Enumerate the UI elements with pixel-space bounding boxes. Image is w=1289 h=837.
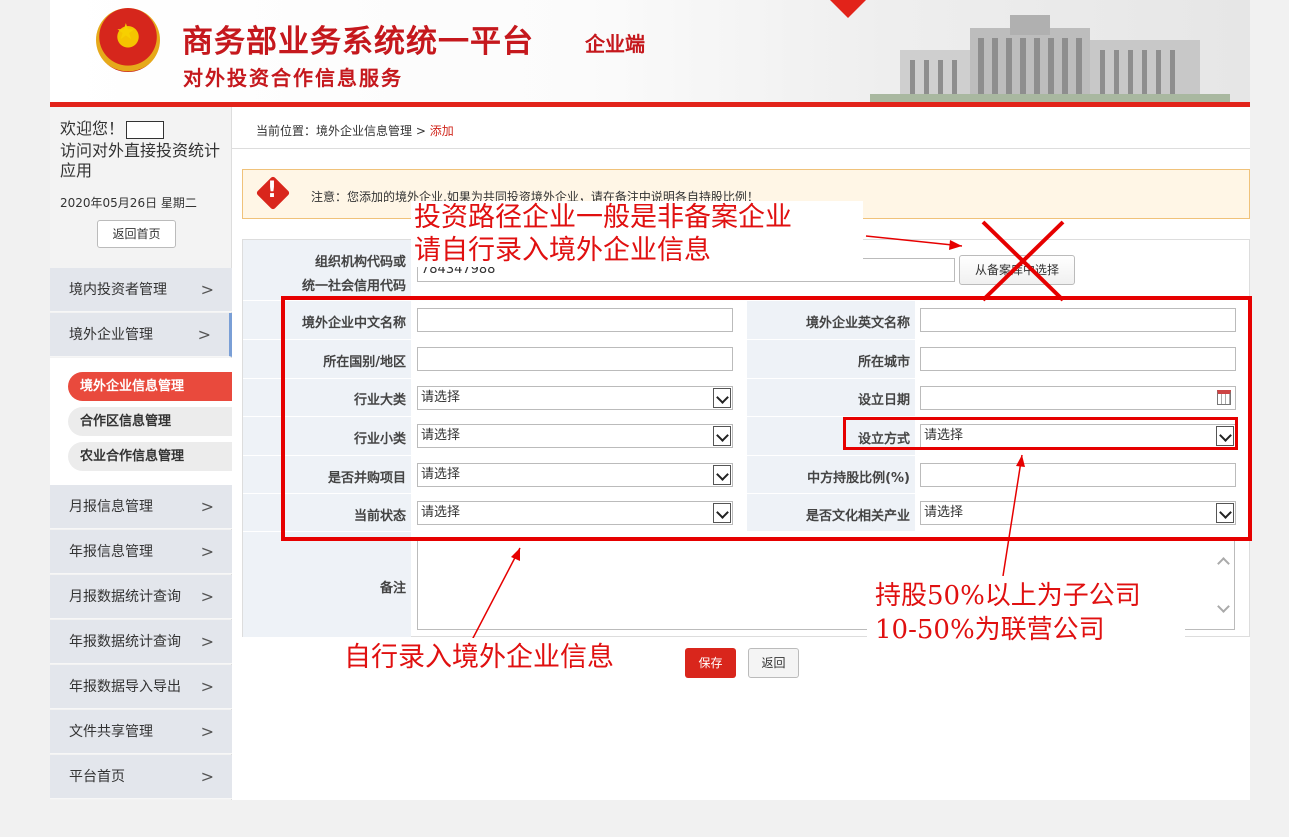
pick-from-registry-button[interactable]: 从备案库中选择 [959,255,1075,285]
sidebar-item-annual-import-export[interactable]: 年报数据导入导出 > [50,665,232,709]
chevron-right-icon: > [200,280,214,299]
annotation-right: 持股50%以上为子公司 10-50%为联营公司 [867,576,1185,650]
sidebar-item-label: 年报数据统计查询 [69,634,181,650]
scroll-down-icon[interactable] [1217,600,1230,613]
sidebar-item-monthly-report[interactable]: 月报信息管理 > [50,485,232,529]
national-emblem-icon: ★ [96,8,160,72]
submenu-item-agri-info[interactable]: 农业合作信息管理 [68,442,232,471]
welcome-label: 欢迎您！ [60,119,125,138]
visit-text: 访问对外直接投资统计应用 [60,141,221,180]
sidebar-item-label: 境外企业管理 [69,327,153,343]
platform-tag: 企业端 [585,32,645,56]
home-button[interactable]: 返回首页 [97,220,176,248]
sidebar-item-label: 年报数据导入导出 [69,679,181,695]
chevron-right-icon: > [200,722,214,741]
breadcrumb-current: 添加 [429,124,454,138]
breadcrumb-divider [232,148,1250,149]
platform-subtitle: 对外投资合作信息服务 [183,66,403,90]
chevron-right-icon: > [200,497,214,516]
chevron-right-icon: > [200,542,214,561]
annotation-bottom-left: 自行录入境外企业信息 [336,638,654,680]
annotation-right-line2: 10-50%为联营公司 [875,615,1105,645]
submenu-item-enterprise-info[interactable]: 境外企业信息管理 [68,372,232,401]
sidebar-item-label: 年报信息管理 [69,544,153,560]
sidebar-item-annual-query[interactable]: 年报数据统计查询 > [50,620,232,664]
annotation-right-line1: 持股50%以上为子公司 [875,581,1141,611]
breadcrumb: 当前位置：境外企业信息管理 > 添加 [256,122,454,139]
submenu: 境外企业信息管理 合作区信息管理 农业合作信息管理 [50,358,232,485]
building-illustration [870,15,1230,102]
sidebar-item-label: 月报信息管理 [69,499,153,515]
sidebar: 欢迎您！ 访问对外直接投资统计应用 2020年05月26日 星期二 返回首页 境… [50,107,232,800]
sidebar-item-domestic-investor[interactable]: 境内投资者管理 > [50,268,232,312]
chevron-right-icon: > [200,587,214,606]
current-date: 2020年05月26日 星期二 [60,196,197,210]
remark-label: 备注 [379,581,406,596]
annotation-top-line2: 请自行录入境外企业信息 [414,235,711,266]
org-code-label-2: 统一社会信用代码 [301,279,406,294]
welcome-text: 欢迎您！ [60,119,220,139]
sidebar-item-label: 平台首页 [69,769,125,785]
sidebar-item-file-share[interactable]: 文件共享管理 > [50,710,232,754]
sidebar-item-label: 文件共享管理 [69,724,153,740]
annotation-top-line1: 投资路径企业一般是非备案企业 [414,202,792,233]
save-button[interactable]: 保存 [685,648,736,678]
chevron-right-icon: > [200,767,214,786]
username-box [126,120,165,139]
scroll-up-icon[interactable] [1217,557,1230,570]
annotation-box-found-method [843,417,1238,450]
chevron-right-icon: > [200,677,214,696]
sidebar-item-label: 月报数据统计查询 [69,589,181,605]
annotation-top: 投资路径企业一般是非备案企业 请自行录入境外企业信息 [411,201,863,267]
sidebar-item-overseas-enterprise[interactable]: 境外企业管理 > [50,313,232,357]
sidebar-item-monthly-query[interactable]: 月报数据统计查询 > [50,575,232,619]
sidebar-item-platform-home[interactable]: 平台首页 > [50,755,232,799]
chevron-right-icon: > [200,632,214,651]
back-button[interactable]: 返回 [748,648,799,678]
header-banner: ★ 商务部业务系统统一平台 企业端 对外投资合作信息服务 [50,0,1250,103]
sidebar-item-annual-report[interactable]: 年报信息管理 > [50,530,232,574]
chevron-right-icon: > [197,325,211,344]
org-code-label-1: 组织机构代码或 [314,255,406,270]
exclamation-icon: ! [267,178,278,203]
platform-title: 商务部业务系统统一平台 [182,24,534,60]
submenu-item-zone-info[interactable]: 合作区信息管理 [68,407,232,436]
sidebar-item-label: 境内投资者管理 [69,282,167,298]
breadcrumb-path: 当前位置：境外企业信息管理 > [256,124,430,138]
decor-shape [830,0,866,18]
